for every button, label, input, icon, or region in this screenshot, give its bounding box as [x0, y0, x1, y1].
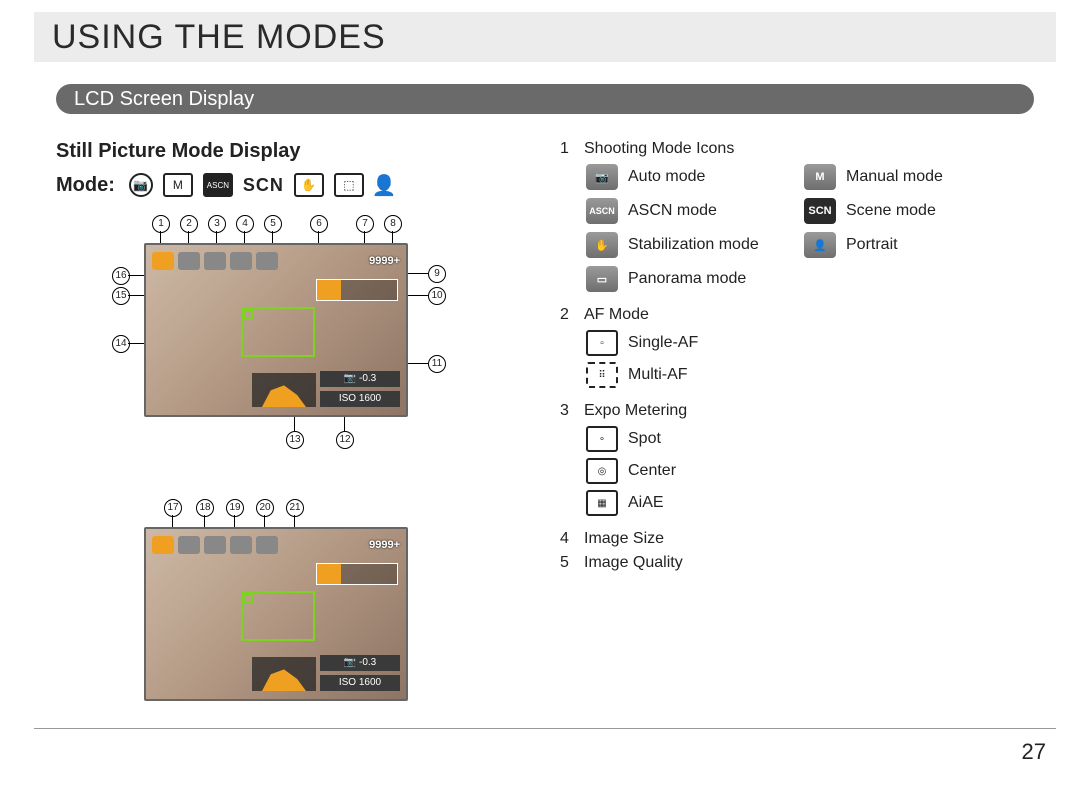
section-title: LCD Screen Display: [74, 88, 254, 110]
callout-7: 7: [356, 215, 374, 233]
portrait-mode-item: 👤Portrait: [804, 232, 1014, 258]
callout-20: 20: [256, 499, 274, 517]
callout-8: 8: [384, 215, 402, 233]
aiae-item: ▦AiAE: [586, 490, 1030, 516]
callout-21: 21: [286, 499, 304, 517]
callout-15: 15: [112, 287, 130, 305]
quality-chip-icon: [256, 252, 278, 270]
lcd-topbar-2: 9999+: [152, 535, 400, 555]
zoom-bar-2: [316, 563, 398, 585]
aiae-metering-icon: ▦: [586, 490, 618, 516]
still-picture-heading: Still Picture Mode Display: [56, 140, 516, 163]
meter-chip-icon: [204, 252, 226, 270]
ascn-mode-icon: ASCN: [586, 198, 618, 224]
lcd-screen-2: 9999+ 📷 -0.3 ISO 1600: [144, 527, 408, 701]
ev-readout: 📷 -0.3: [320, 371, 400, 387]
meter-chip-icon: [204, 536, 226, 554]
af-chip-icon: [178, 536, 200, 554]
legend-item-4: 4 Image Size: [560, 530, 1030, 548]
mode-row: Mode: 📷 M ASCN SCN ✋ ⬚ 👤: [56, 173, 516, 197]
callout-4: 4: [236, 215, 254, 233]
histogram-icon: [252, 373, 316, 407]
panorama-icon: ⬚: [334, 173, 364, 197]
ascn-mode-item: ASCNASCN mode: [586, 198, 796, 224]
legend-item-5: 5 Image Quality: [560, 554, 1030, 572]
lcd-diagram-2: 17 18 19 20 21 9999+ 📷 -0.3 ISO 1600: [56, 499, 486, 731]
legend-title: Shooting Mode Icons: [584, 140, 734, 158]
callout-17: 17: [164, 499, 182, 517]
legend-num: 1: [560, 140, 584, 158]
page-number: 27: [1022, 739, 1046, 765]
callout-14: 14: [112, 335, 130, 353]
mode-chip-icon: [152, 536, 174, 554]
single-af-icon: ▫: [586, 330, 618, 356]
mode-chip-icon: [152, 252, 174, 270]
stabilization-mode-item: ✋Stabilization mode: [586, 232, 796, 258]
stabilization-icon: ✋: [294, 173, 324, 197]
iso-readout-2: ISO 1600: [320, 675, 400, 691]
spot-item: ∘Spot: [586, 426, 1030, 452]
scn-text: SCN: [243, 175, 284, 196]
callout-5: 5: [264, 215, 282, 233]
single-af-item: ▫Single-AF: [586, 330, 1030, 356]
auto-mode-item: 📷Auto mode: [586, 164, 796, 190]
iso-readout: ISO 1600: [320, 391, 400, 407]
portrait-icon: 👤: [374, 175, 394, 195]
af-frame-icon: [241, 591, 315, 641]
callout-9: 9: [428, 265, 446, 283]
ev-readout-2: 📷 -0.3: [320, 655, 400, 671]
callout-10: 10: [428, 287, 446, 305]
lcd-screen-1: 9999+ 📷 -0.3 ISO 1600: [144, 243, 408, 417]
legend-item-3: 3 Expo Metering: [560, 402, 1030, 420]
footer-rule: [34, 728, 1056, 729]
legend: 1 Shooting Mode Icons 📷Auto mode MManual…: [560, 140, 1030, 578]
center-item: ◎Center: [586, 458, 1030, 484]
af-frame-icon: [241, 307, 315, 357]
legend-item-1: 1 Shooting Mode Icons: [560, 140, 1030, 158]
histogram-icon: [252, 657, 316, 691]
scene-mode-item: SCNScene mode: [804, 198, 1014, 224]
lcd-topbar: 9999+: [152, 251, 400, 271]
size-chip-icon: [230, 536, 252, 554]
callout-6: 6: [310, 215, 328, 233]
callout-2: 2: [180, 215, 198, 233]
chapter-title: USING THE MODES: [52, 18, 386, 57]
stabilization-mode-icon: ✋: [586, 232, 618, 258]
shots-remaining: 9999+: [369, 255, 400, 267]
quality-chip-icon: [256, 536, 278, 554]
ascn-icon: ASCN: [203, 173, 233, 197]
legend-item-2: 2 AF Mode: [560, 306, 1030, 324]
lcd-diagram-1: 1 2 3 4 5 6 7 8 9 10 11 12 13 14 15 16: [56, 215, 486, 467]
size-chip-icon: [230, 252, 252, 270]
zoom-bar: [316, 279, 398, 301]
mode-label: Mode:: [56, 174, 115, 197]
callout-12: 12: [336, 431, 354, 449]
callout-1: 1: [152, 215, 170, 233]
manual-mode-item: MManual mode: [804, 164, 1014, 190]
center-metering-icon: ◎: [586, 458, 618, 484]
callout-18: 18: [196, 499, 214, 517]
callout-13: 13: [286, 431, 304, 449]
multi-af-item: ⠿Multi-AF: [586, 362, 1030, 388]
panorama-mode-item: ▭Panorama mode: [586, 266, 796, 292]
manual-m-icon: M: [163, 173, 193, 197]
section-title-pill: LCD Screen Display: [56, 84, 1034, 114]
callout-19: 19: [226, 499, 244, 517]
spot-metering-icon: ∘: [586, 426, 618, 452]
callout-11: 11: [428, 355, 446, 373]
scene-mode-icon: SCN: [804, 198, 836, 224]
portrait-mode-icon: 👤: [804, 232, 836, 258]
camera-icon: 📷: [129, 173, 153, 197]
callout-3: 3: [208, 215, 226, 233]
callout-16: 16: [112, 267, 130, 285]
chapter-title-band: USING THE MODES: [34, 12, 1056, 62]
shots-remaining-2: 9999+: [369, 539, 400, 551]
multi-af-icon: ⠿: [586, 362, 618, 388]
auto-mode-icon: 📷: [586, 164, 618, 190]
panorama-mode-icon: ▭: [586, 266, 618, 292]
af-chip-icon: [178, 252, 200, 270]
manual-mode-icon: M: [804, 164, 836, 190]
